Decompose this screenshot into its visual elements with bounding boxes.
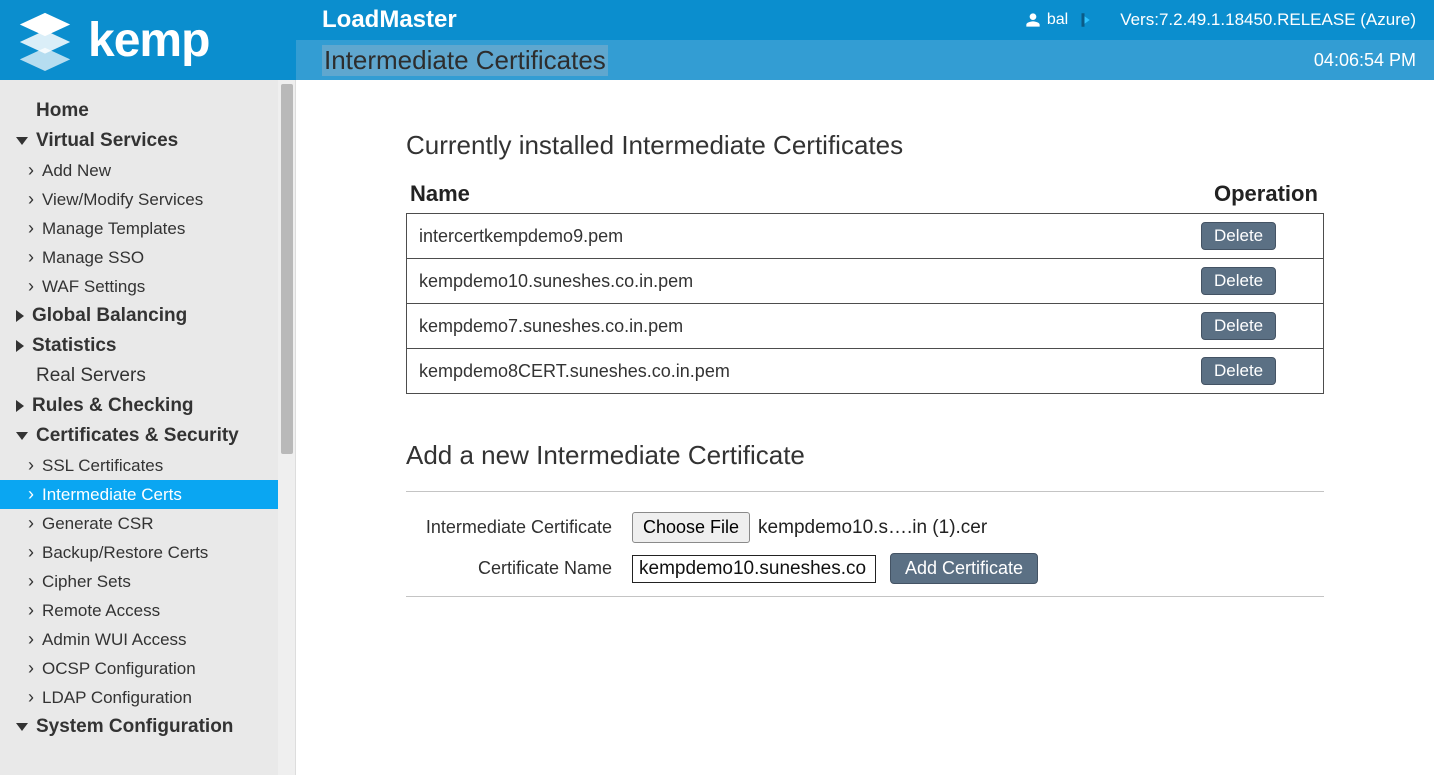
table-header: Name Operation [406, 181, 1324, 207]
sidebar-item-waf-settings[interactable]: WAF Settings [0, 272, 295, 301]
chevron-down-icon [16, 432, 28, 440]
table-row: intercertkempdemo9.pem Delete [407, 214, 1323, 258]
top-header: kemp LoadMaster bal Vers:7.2.49.1.18450.… [0, 0, 1434, 80]
delete-button[interactable]: Delete [1201, 312, 1276, 340]
form-row-file: Intermediate Certificate Choose File kem… [406, 512, 1324, 543]
user-icon [1025, 12, 1041, 28]
brand-logo: kemp [0, 0, 296, 80]
label-intermediate-certificate: Intermediate Certificate [406, 517, 632, 538]
chevron-down-icon [16, 723, 28, 731]
sidebar-scrollbar[interactable] [278, 80, 295, 775]
header-lower: Intermediate Certificates 04:06:54 PM [296, 40, 1434, 80]
sidebar-item-manage-templates[interactable]: Manage Templates [0, 214, 295, 243]
cert-name: kempdemo10.suneshes.co.in.pem [419, 271, 1201, 292]
sidebar-item-statistics[interactable]: Statistics [0, 331, 295, 361]
installed-certs-heading: Currently installed Intermediate Certifi… [406, 130, 1324, 161]
cert-name: kempdemo7.suneshes.co.in.pem [419, 316, 1201, 337]
sidebar-item-view-modify-services[interactable]: View/Modify Services [0, 185, 295, 214]
sidebar-item-cipher-sets[interactable]: Cipher Sets [0, 567, 295, 596]
version-text: Vers:7.2.49.1.18450.RELEASE (Azure) [1120, 10, 1416, 30]
chevron-right-icon [16, 400, 24, 412]
form-row-certname: Certificate Name Add Certificate [406, 553, 1324, 584]
add-certificate-button[interactable]: Add Certificate [890, 553, 1038, 584]
delete-button[interactable]: Delete [1201, 222, 1276, 250]
scrollbar-thumb[interactable] [281, 84, 293, 454]
delete-button[interactable]: Delete [1201, 267, 1276, 295]
main-content: Currently installed Intermediate Certifi… [296, 80, 1434, 775]
sidebar-item-ocsp-configuration[interactable]: OCSP Configuration [0, 654, 295, 683]
sidebar-item-real-servers[interactable]: Real Servers [0, 361, 295, 391]
sidebar-item-admin-wui-access[interactable]: Admin WUI Access [0, 625, 295, 654]
chevron-right-icon [16, 340, 24, 352]
add-cert-heading: Add a new Intermediate Certificate [406, 440, 1324, 471]
certs-table: intercertkempdemo9.pem Delete kempdemo10… [406, 213, 1324, 394]
sidebar-item-add-new[interactable]: Add New [0, 156, 295, 185]
chevron-down-icon [16, 137, 28, 145]
sidebar-item-manage-sso[interactable]: Manage SSO [0, 243, 295, 272]
page-title: Intermediate Certificates [322, 45, 608, 76]
clock: 04:06:54 PM [1314, 50, 1416, 71]
app-title: LoadMaster [322, 6, 457, 34]
sidebar-item-intermediate-certs[interactable]: Intermediate Certs [0, 480, 295, 509]
sidebar-item-ssl-certificates[interactable]: SSL Certificates [0, 451, 295, 480]
column-name: Name [406, 181, 1214, 207]
sidebar-item-virtual-services[interactable]: Virtual Services [0, 126, 295, 156]
sidebar-item-home[interactable]: Home [0, 96, 295, 126]
divider [406, 596, 1324, 597]
cert-name: kempdemo8CERT.suneshes.co.in.pem [419, 361, 1201, 382]
kemp-logo-icon [14, 9, 76, 71]
cert-name: intercertkempdemo9.pem [419, 226, 1201, 247]
sidebar-item-remote-access[interactable]: Remote Access [0, 596, 295, 625]
choose-file-button[interactable]: Choose File [632, 512, 750, 543]
sidebar: Home Virtual Services Add New View/Modif… [0, 80, 296, 775]
table-row: kempdemo8CERT.suneshes.co.in.pem Delete [407, 348, 1323, 393]
sidebar-item-global-balancing[interactable]: Global Balancing [0, 301, 295, 331]
divider [406, 491, 1324, 492]
label-certificate-name: Certificate Name [406, 558, 632, 579]
brand-name: kemp [88, 13, 209, 68]
logout-icon[interactable] [1074, 11, 1092, 29]
sidebar-item-rules-checking[interactable]: Rules & Checking [0, 391, 295, 421]
sidebar-item-certificates-security[interactable]: Certificates & Security [0, 421, 295, 451]
sidebar-item-backup-restore-certs[interactable]: Backup/Restore Certs [0, 538, 295, 567]
sidebar-item-system-configuration[interactable]: System Configuration [0, 712, 295, 742]
certificate-name-input[interactable] [632, 555, 876, 583]
delete-button[interactable]: Delete [1201, 357, 1276, 385]
header-upper: LoadMaster bal Vers:7.2.49.1.18450.RELEA… [296, 0, 1434, 40]
table-row: kempdemo7.suneshes.co.in.pem Delete [407, 303, 1323, 348]
column-operation: Operation [1214, 181, 1324, 207]
chevron-right-icon [16, 310, 24, 322]
sidebar-item-ldap-configuration[interactable]: LDAP Configuration [0, 683, 295, 712]
username: bal [1047, 11, 1068, 29]
table-row: kempdemo10.suneshes.co.in.pem Delete [407, 258, 1323, 303]
sidebar-item-generate-csr[interactable]: Generate CSR [0, 509, 295, 538]
chosen-file-name: kempdemo10.s….in (1).cer [758, 517, 987, 539]
